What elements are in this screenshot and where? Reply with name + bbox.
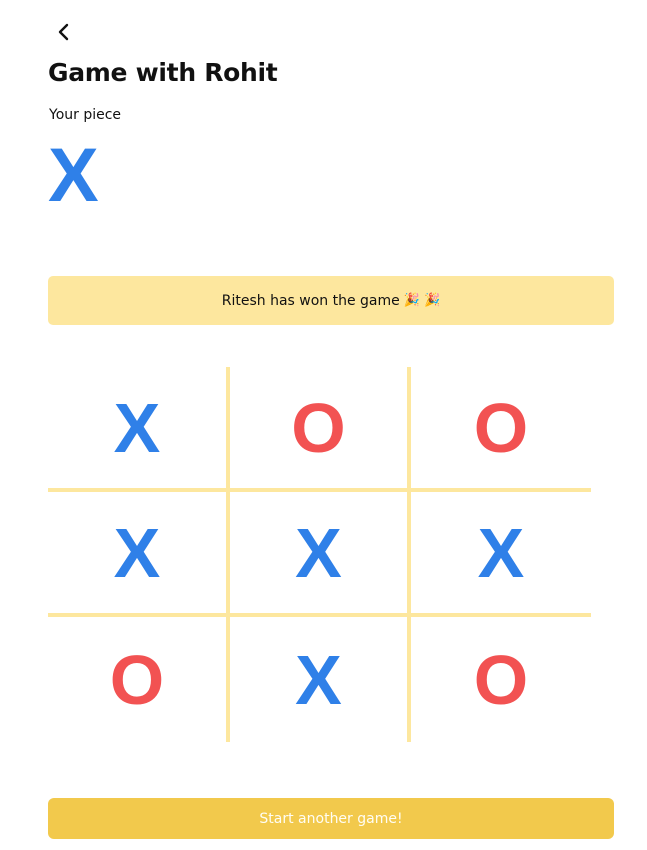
board-cell-r2-c1[interactable]: X [48, 492, 226, 613]
board-cell-r3-c1[interactable]: O [48, 617, 226, 742]
page-title: Game with Rohit [48, 58, 278, 87]
your-piece-value: X [48, 133, 99, 218]
board-cell-r3-c2[interactable]: X [230, 617, 407, 742]
board-cell-r1-c3[interactable]: O [411, 367, 591, 488]
board-cell-r1-c2[interactable]: O [230, 367, 407, 488]
back-button[interactable] [52, 20, 76, 44]
status-message: Ritesh has won the game [221, 292, 400, 309]
chevron-left-icon [58, 23, 69, 41]
board-cell-r3-c3[interactable]: O [411, 617, 591, 742]
your-piece-label: Your piece [49, 107, 122, 123]
game-screen: Game with Rohit Your piece X Ritesh has … [0, 0, 647, 850]
start-another-game-button[interactable]: Start another game! [48, 798, 614, 839]
party-popper-icon: 🎉 🎉 [403, 293, 441, 308]
board-cell-r2-c2[interactable]: X [230, 492, 407, 613]
board-cell-r2-c3[interactable]: X [411, 492, 591, 613]
game-board: XOOXXXOXO [48, 367, 591, 742]
status-banner: Ritesh has won the game 🎉 🎉 [48, 276, 614, 325]
board-cell-r1-c1[interactable]: X [48, 367, 226, 488]
